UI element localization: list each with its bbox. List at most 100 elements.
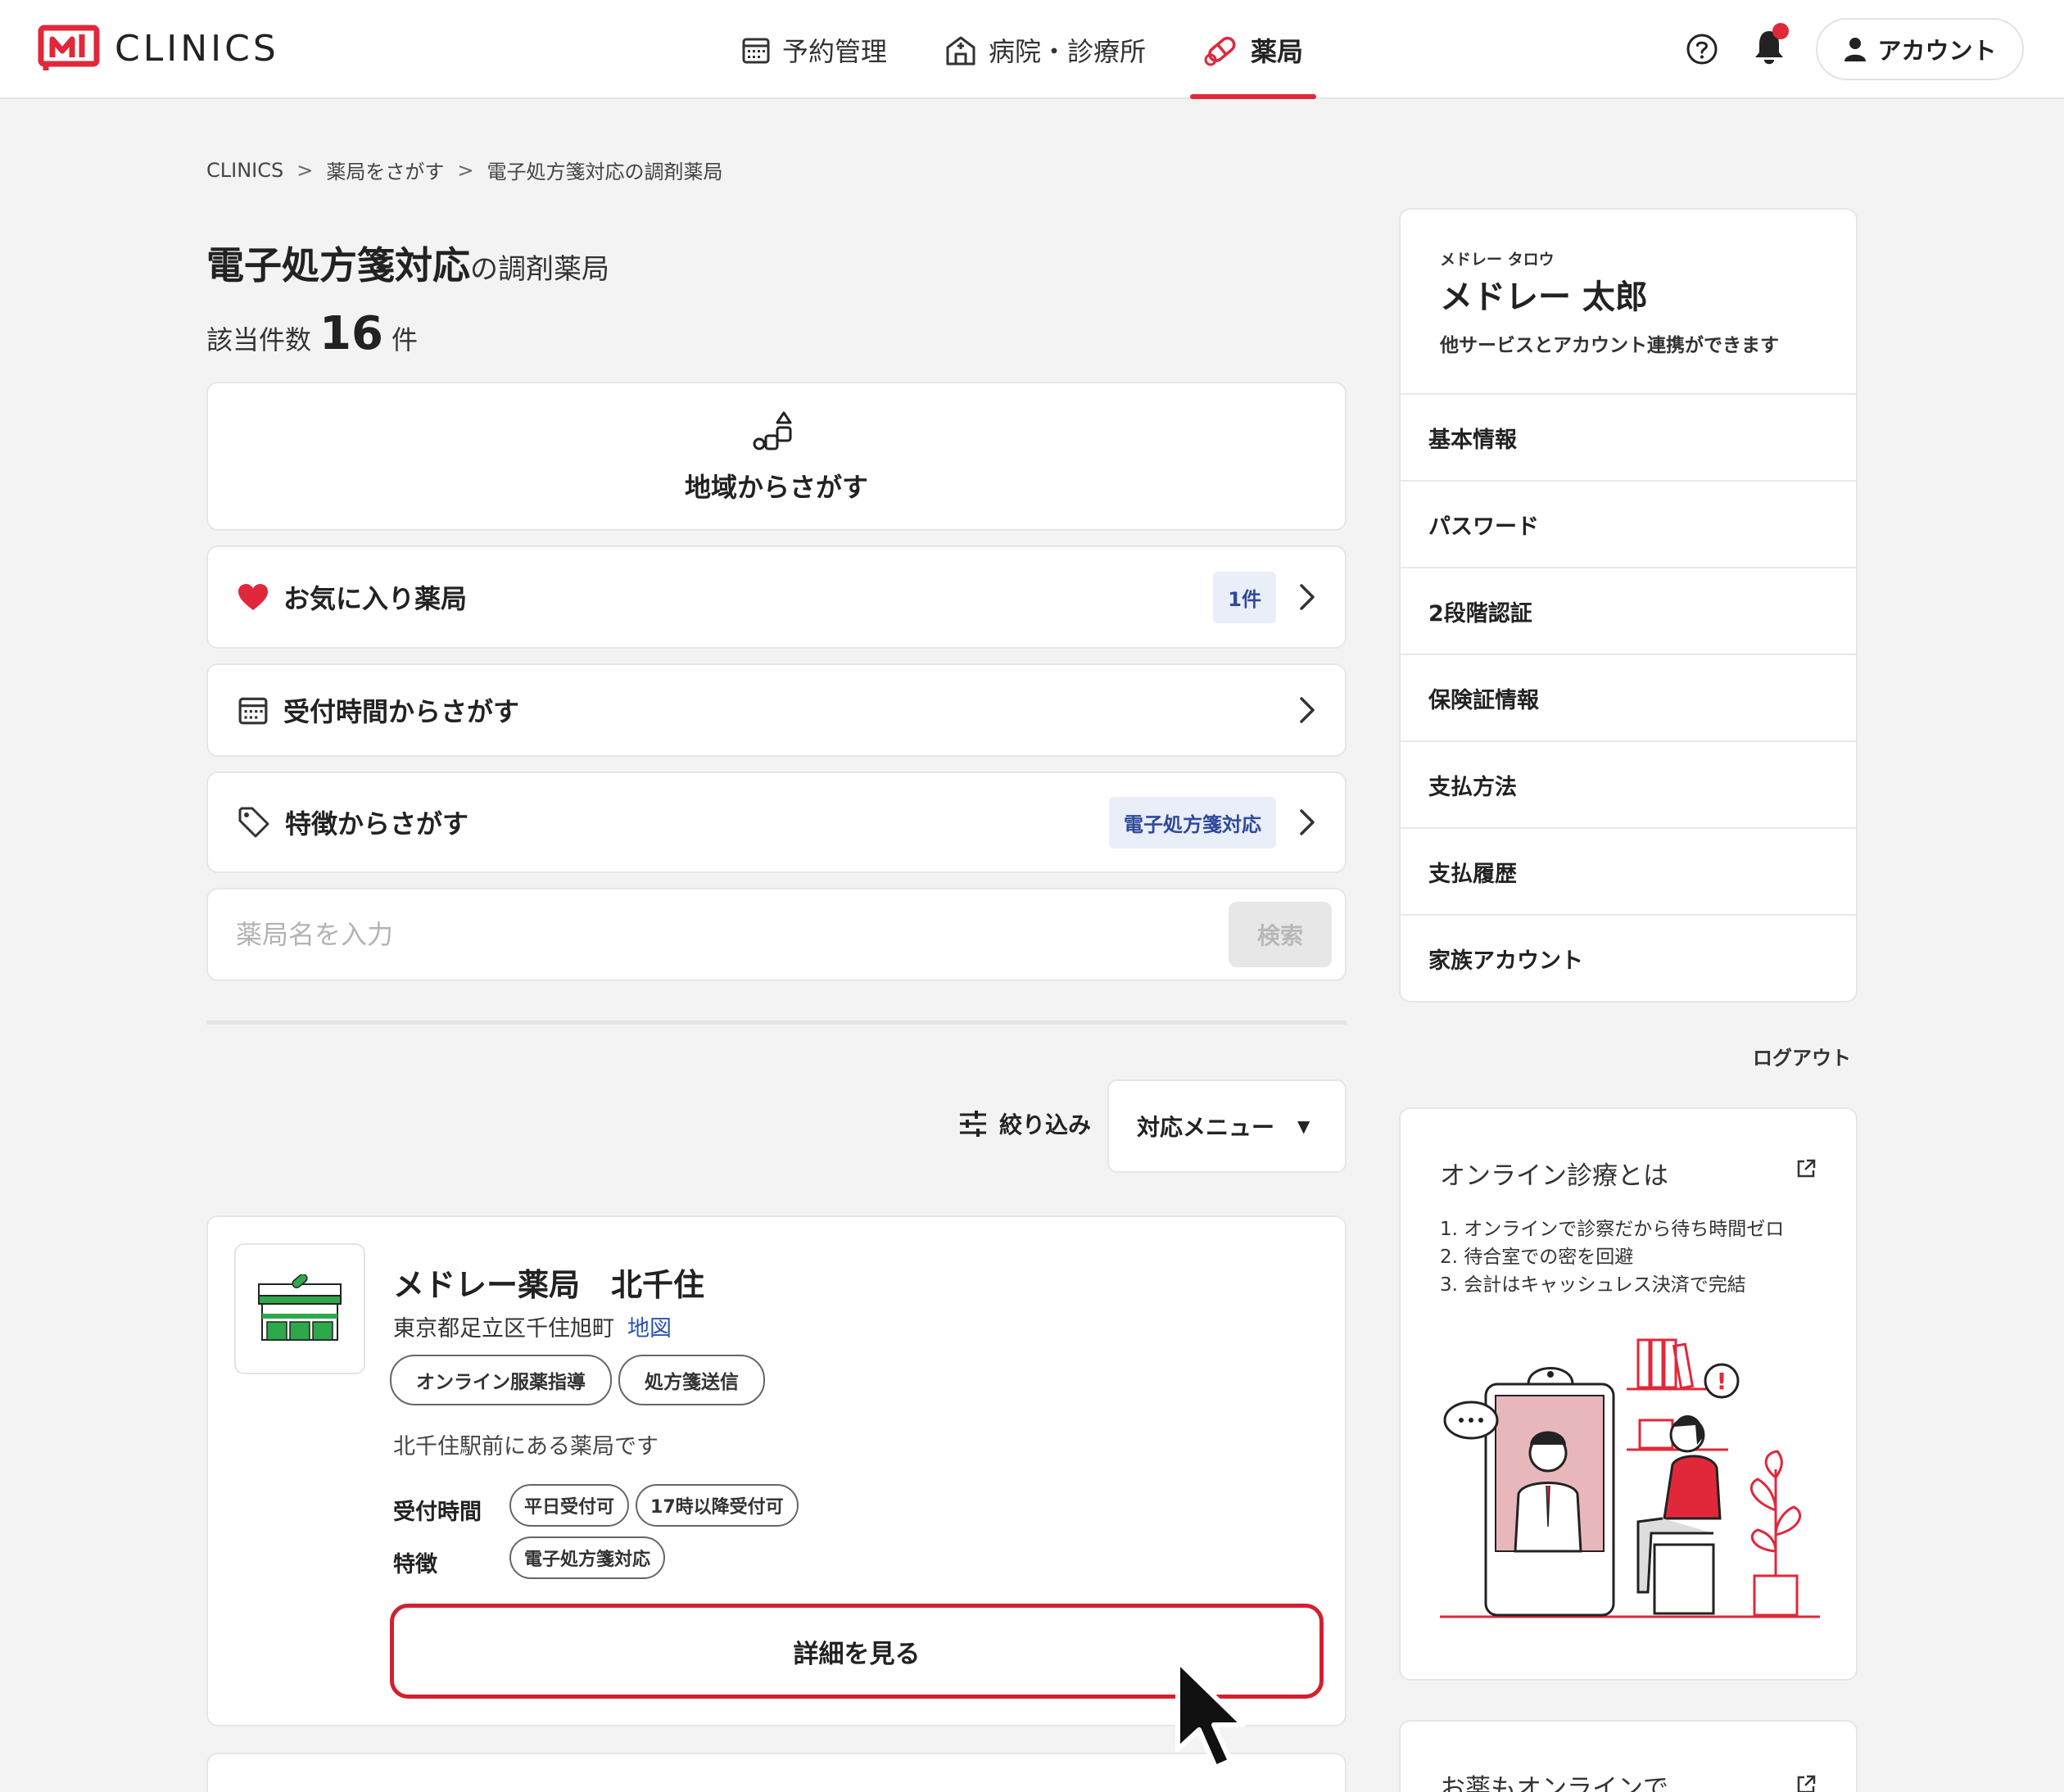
account-subtitle: 他サービスとアカウント連携ができます [1440,335,1779,356]
feature-tags: 電子処方箋対応 [509,1536,672,1579]
map-blocks-icon [753,411,792,450]
online-consultation-info-card[interactable]: オンライン診療とは 1. オンラインで診察だから待ち時間ゼロ 2. 待合室での密… [1399,1107,1858,1681]
tag-icon [238,807,269,838]
pharmacy-search-bar: 検索 [206,888,1347,981]
breadcrumb-item[interactable]: 薬局をさがす [326,156,444,184]
breadcrumb: CLINICS > 薬局をさがす > 電子処方箋対応の調剤薬局 [206,156,722,184]
mouse-pointer-icon [1175,1659,1246,1770]
nav-label: 薬局 [1251,35,1304,67]
page-title-main: 電子処方箋対応 [206,243,470,287]
hours-tag: 平日受付可 [509,1484,630,1527]
account-label: アカウント [1877,37,1997,65]
breadcrumb-item-current: 電子処方箋対応の調剤薬局 [487,161,723,183]
feature-tag: 電子処方箋対応 [509,1536,666,1579]
account-panel: メドレー タロウ メドレー 太郎 他サービスとアカウント連携ができます 基本情報… [1399,208,1858,1002]
hours-tags: 平日受付可 17時以降受付可 [509,1484,805,1527]
account-menu-payment-method[interactable]: 支払方法 [1401,740,1856,827]
account-menu-family[interactable]: 家族アカウント [1401,914,1856,1001]
chevron-right-icon [1300,697,1315,723]
menu-select-value: 対応メニュー [1137,1114,1275,1141]
features-label: 特徴 [393,1552,437,1577]
favorites-count-badge: 1件 [1213,571,1276,623]
filter-sliders-icon [960,1111,986,1137]
page-title-suffix: の調剤薬局 [470,253,609,286]
pharmacy-name[interactable]: メドレー薬局 北千住 [393,1260,704,1305]
search-by-features-label: 特徴からさがす [285,808,469,839]
external-link-icon [1797,1775,1816,1792]
online-medicine-info-card[interactable]: お薬もオンラインで [1399,1720,1858,1792]
hours-label: 受付時間 [393,1500,482,1525]
info-card-title: オンライン診療とは [1440,1161,1668,1191]
account-name-kana: メドレー タロウ [1440,251,1555,269]
page-title: 電子処方箋対応の調剤薬局 [206,236,609,290]
account-menu-2fa[interactable]: 2段階認証 [1401,567,1856,654]
top-header: CLINICS 予約管理 病院・診療所 薬局 アカウント [0,0,2064,99]
account-menu-password[interactable]: パスワード [1401,480,1856,567]
search-by-time-label: 受付時間からさがす [283,696,520,727]
nav-item-reservations[interactable]: 予約管理 [741,0,887,99]
result-count-value: 16 [319,307,383,360]
logout-link[interactable]: ログアウト [1753,1042,1851,1070]
pharmacy-card: メドレー薬局 北千住 東京都足立区千住旭町 地図 オンライン服薬指導 処方箋送信 … [206,1215,1347,1726]
result-count-suffix: 件 [391,324,418,355]
search-by-region-label: 地域からさがす [684,472,868,503]
info-card-title: お薬もオンラインで [1440,1774,1668,1792]
pharmacy-building-icon [258,1274,342,1341]
search-by-region-card[interactable]: 地域からさがす [206,382,1347,531]
clinics-logo[interactable]: CLINICS [38,25,279,72]
main-nav: 予約管理 病院・診療所 薬局 [741,0,1360,99]
search-button[interactable]: 検索 [1229,902,1332,967]
menu-select-dropdown[interactable]: 対応メニュー ▼ [1107,1079,1347,1173]
chevron-right-icon [1300,584,1315,610]
search-by-time-row[interactable]: 受付時間からさがす [206,663,1347,757]
logo-text: CLINICS [115,27,279,70]
svg-text:!: ! [1717,1368,1727,1395]
nav-label: 予約管理 [782,35,888,67]
service-tag: 処方箋送信 [618,1355,765,1405]
notification-dot [1772,23,1789,39]
favorites-row[interactable]: お気に入り薬局 1件 [206,545,1347,649]
info-card-item: 3. 会計はキャッシュレス決済で完結 [1440,1274,1746,1296]
search-by-features-row[interactable]: 特徴からさがす 電子処方箋対応 [206,772,1347,873]
service-tag: オンライン服薬指導 [390,1355,612,1405]
info-card-list: 1. オンラインで診察だから待ち時間ゼロ 2. 待合室での密を回避 3. 会計は… [1440,1215,1784,1299]
account-menu: 基本情報 パスワード 2段階認証 保険証情報 支払方法 支払履歴 家族アカウント [1401,393,1856,1001]
pharmacy-name-input[interactable] [236,919,1229,950]
breadcrumb-item[interactable]: CLINICS [206,159,283,182]
pharmacy-address: 東京都足立区千住旭町 地図 [393,1310,672,1342]
heart-icon [238,584,268,610]
breadcrumb-separator: > [296,158,314,182]
nav-label: 病院・診療所 [989,35,1147,67]
map-link[interactable]: 地図 [627,1316,672,1342]
hours-tag: 17時以降受付可 [636,1484,799,1527]
clinics-logo-icon [38,25,100,70]
favorites-label: お気に入り薬局 [283,583,468,614]
result-count: 該当件数 16 件 [206,307,418,360]
pill-icon [1204,36,1236,66]
info-card-item: 1. オンラインで診察だから待ち時間ゼロ [1440,1219,1785,1240]
pharmacy-address-text: 東京都足立区千住旭町 [393,1316,614,1342]
account-button[interactable]: アカウント [1816,18,2024,80]
filter-label: 絞り込み [999,1111,1092,1138]
result-count-prefix: 該当件数 [206,324,312,355]
hospital-icon [946,36,975,65]
calendar-icon [742,38,770,63]
filter-button[interactable]: 絞り込み [958,1107,1091,1140]
account-menu-insurance[interactable]: 保険証情報 [1401,654,1856,740]
pharmacy-description: 北千住駅前にある薬局です [393,1434,659,1459]
online-consultation-illustration: ! [1440,1338,1820,1618]
nav-item-hospitals[interactable]: 病院・診療所 [944,0,1146,99]
account-menu-basic-info[interactable]: 基本情報 [1401,393,1856,480]
account-menu-payment-history[interactable]: 支払履歴 [1401,827,1856,914]
service-tags: オンライン服薬指導 処方箋送信 [390,1355,772,1405]
help-icon[interactable] [1686,33,1718,66]
breadcrumb-separator: > [457,158,474,182]
nav-item-pharmacy[interactable]: 薬局 [1190,0,1317,99]
chevron-right-icon [1300,809,1315,835]
pharmacy-thumbnail [234,1243,365,1374]
account-name: メドレー 太郎 [1440,278,1648,316]
external-link-icon [1797,1159,1816,1178]
calendar-icon [238,697,268,725]
caret-down-icon: ▼ [1297,1116,1310,1136]
info-card-item: 2. 待合室での密を回避 [1440,1247,1634,1268]
